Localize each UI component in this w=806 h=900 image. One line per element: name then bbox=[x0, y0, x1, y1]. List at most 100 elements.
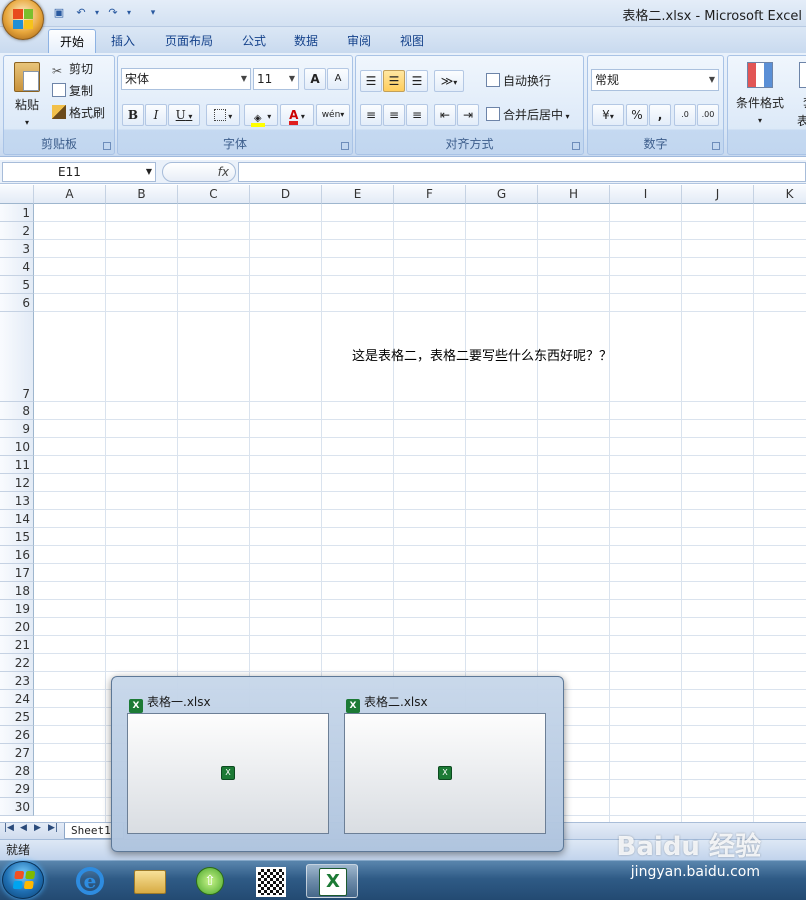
underline-button[interactable]: U ▾ bbox=[168, 104, 200, 126]
tab-page-layout[interactable]: 页面布局 bbox=[154, 29, 224, 53]
column-header[interactable]: E bbox=[322, 185, 394, 204]
font-size-combo[interactable]: 11 ▼ bbox=[253, 68, 299, 90]
row-header[interactable]: 30 bbox=[0, 798, 34, 816]
increase-decimal-button[interactable]: .0 bbox=[674, 104, 696, 126]
row-header[interactable]: 8 bbox=[0, 402, 34, 420]
row-header[interactable]: 4 bbox=[0, 258, 34, 276]
phonetic-button[interactable]: wén▾ bbox=[316, 104, 350, 126]
row-header[interactable]: 5 bbox=[0, 276, 34, 294]
font-color-button[interactable]: A ▾ bbox=[280, 104, 314, 126]
align-center-button[interactable]: ≡ bbox=[383, 104, 405, 126]
row-header[interactable]: 15 bbox=[0, 528, 34, 546]
row-header[interactable]: 17 bbox=[0, 564, 34, 582]
row-header[interactable]: 1 bbox=[0, 204, 34, 222]
row-header[interactable]: 11 bbox=[0, 456, 34, 474]
merge-center-button[interactable]: 合并后居中 ▾ bbox=[486, 106, 570, 126]
row-header[interactable]: 10 bbox=[0, 438, 34, 456]
column-header[interactable]: J bbox=[682, 185, 754, 204]
row-header[interactable]: 21 bbox=[0, 636, 34, 654]
clipboard-launcher-icon[interactable] bbox=[103, 142, 111, 150]
accounting-format-button[interactable]: ¥▾ bbox=[592, 104, 624, 126]
tab-formulas[interactable]: 公式 bbox=[231, 29, 277, 53]
decrease-indent-button[interactable]: ⇤ bbox=[434, 104, 456, 126]
column-header[interactable]: C bbox=[178, 185, 250, 204]
row-header[interactable]: 28 bbox=[0, 762, 34, 780]
fill-color-button[interactable]: ◈ ▾ bbox=[244, 104, 278, 127]
customize-toolbar-icon[interactable]: ▾ bbox=[144, 4, 162, 22]
borders-button[interactable]: ▾ bbox=[206, 104, 240, 126]
row-header[interactable]: 27 bbox=[0, 744, 34, 762]
taskbar-update-button[interactable]: ⇧ bbox=[184, 864, 236, 898]
row-header[interactable]: 29 bbox=[0, 780, 34, 798]
row-header[interactable]: 13 bbox=[0, 492, 34, 510]
paste-button[interactable]: 粘贴 ▾ bbox=[10, 60, 44, 140]
font-name-combo[interactable]: 宋体 ▼ bbox=[121, 68, 251, 90]
wrap-text-button[interactable]: 自动换行 bbox=[486, 72, 551, 90]
orientation-button[interactable]: ≫▾ bbox=[434, 70, 464, 92]
last-sheet-icon[interactable]: ▶| bbox=[48, 823, 58, 833]
first-sheet-icon[interactable]: |◀ bbox=[4, 823, 14, 833]
column-header[interactable]: G bbox=[466, 185, 538, 204]
comma-button[interactable]: , bbox=[649, 104, 671, 126]
align-left-button[interactable]: ≡ bbox=[360, 104, 382, 126]
tab-data[interactable]: 数据 bbox=[283, 29, 329, 53]
cell-e7-text[interactable]: 这是表格二，表格二要写些什么东西好呢？？ bbox=[352, 345, 612, 364]
row-header[interactable]: 3 bbox=[0, 240, 34, 258]
column-header[interactable]: B bbox=[106, 185, 178, 204]
italic-button[interactable]: I bbox=[145, 104, 167, 126]
font-launcher-icon[interactable] bbox=[341, 142, 349, 150]
row-header[interactable]: 9 bbox=[0, 420, 34, 438]
row-header[interactable]: 6 bbox=[0, 294, 34, 312]
name-box[interactable]: E11 ▼ bbox=[2, 162, 156, 182]
tab-home[interactable]: 开始 bbox=[48, 29, 97, 53]
taskbar-excel-button[interactable]: X bbox=[306, 864, 358, 898]
cut-button[interactable]: ✂ 剪切 bbox=[52, 60, 93, 78]
row-header[interactable]: 23 bbox=[0, 672, 34, 690]
grow-font-button[interactable]: A bbox=[304, 68, 326, 90]
row-header[interactable]: 22 bbox=[0, 654, 34, 672]
row-header[interactable]: 12 bbox=[0, 474, 34, 492]
alignment-launcher-icon[interactable] bbox=[572, 142, 580, 150]
shrink-font-button[interactable]: A bbox=[327, 68, 349, 90]
align-middle-button[interactable]: ☰ bbox=[383, 70, 405, 92]
format-painter-button[interactable]: 格式刷 bbox=[52, 104, 105, 122]
save-icon[interactable]: ▣ bbox=[50, 4, 68, 22]
taskbar-ie-button[interactable]: e bbox=[64, 864, 116, 898]
row-header[interactable]: 24 bbox=[0, 690, 34, 708]
decrease-decimal-button[interactable]: .00 bbox=[697, 104, 719, 126]
tab-insert[interactable]: 插入 bbox=[100, 29, 146, 53]
row-header[interactable]: 25 bbox=[0, 708, 34, 726]
select-all-corner[interactable] bbox=[0, 185, 34, 204]
row-header[interactable]: 20 bbox=[0, 618, 34, 636]
row-header[interactable]: 19 bbox=[0, 600, 34, 618]
row-header[interactable]: 2 bbox=[0, 222, 34, 240]
taskbar-explorer-button[interactable] bbox=[124, 864, 176, 898]
number-launcher-icon[interactable] bbox=[712, 142, 720, 150]
prev-sheet-icon[interactable]: ◀ bbox=[20, 823, 27, 833]
column-header[interactable]: I bbox=[610, 185, 682, 204]
column-header[interactable]: K bbox=[754, 185, 806, 204]
row-header[interactable]: 7 bbox=[0, 312, 34, 402]
align-right-button[interactable]: ≡ bbox=[406, 104, 428, 126]
bold-button[interactable]: B bbox=[122, 104, 144, 126]
office-button[interactable] bbox=[2, 0, 44, 40]
column-header[interactable]: H bbox=[538, 185, 610, 204]
taskbar-qrcode-button[interactable] bbox=[246, 864, 298, 898]
row-header[interactable]: 26 bbox=[0, 726, 34, 744]
align-bottom-button[interactable]: ☰ bbox=[406, 70, 428, 92]
next-sheet-icon[interactable]: ▶ bbox=[34, 823, 41, 833]
percent-button[interactable]: % bbox=[626, 104, 648, 126]
number-format-combo[interactable]: 常规 ▼ bbox=[591, 69, 719, 91]
format-as-table-button[interactable]: 套 表格 bbox=[794, 60, 806, 130]
row-header[interactable]: 16 bbox=[0, 546, 34, 564]
column-header[interactable]: F bbox=[394, 185, 466, 204]
insert-function-button[interactable]: fx bbox=[162, 162, 236, 182]
column-header[interactable]: A bbox=[34, 185, 106, 204]
redo-dropdown-icon[interactable]: ▾ bbox=[120, 4, 138, 22]
row-header[interactable]: 18 bbox=[0, 582, 34, 600]
column-header[interactable]: D bbox=[250, 185, 322, 204]
row-header[interactable]: 14 bbox=[0, 510, 34, 528]
thumbnail-preview[interactable]: X bbox=[127, 713, 329, 834]
increase-indent-button[interactable]: ⇥ bbox=[457, 104, 479, 126]
copy-button[interactable]: 复制 bbox=[52, 82, 93, 100]
